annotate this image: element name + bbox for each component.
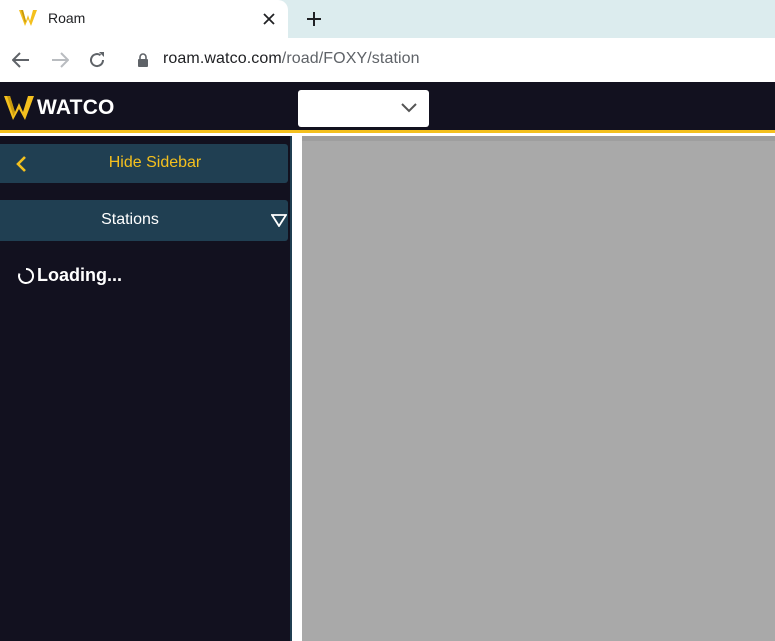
- loading-indicator: Loading...: [17, 265, 122, 286]
- road-selector-dropdown[interactable]: [298, 90, 429, 127]
- spinner-icon: [18, 267, 35, 284]
- watco-logo-mark-icon: [4, 96, 34, 120]
- url-path: /road/FOXY/station: [281, 50, 420, 67]
- url-host: roam.watco.com: [163, 50, 282, 67]
- map-area[interactable]: [302, 136, 775, 641]
- hide-sidebar-button[interactable]: Hide Sidebar: [0, 144, 288, 183]
- caret-down-icon: [271, 214, 287, 227]
- hide-sidebar-label: Hide Sidebar: [108, 154, 202, 171]
- reload-button[interactable]: [85, 48, 109, 72]
- sidebar: Hide Sidebar Stations Loading...: [0, 136, 290, 641]
- stations-dropdown[interactable]: Stations: [0, 200, 288, 241]
- app-header: WATCO: [0, 82, 775, 133]
- watco-logo[interactable]: WATCO: [4, 95, 115, 121]
- arrow-right-icon: [52, 52, 69, 68]
- plus-icon: [307, 12, 321, 26]
- arrow-left-icon: [12, 52, 29, 68]
- tab-title: Roam: [48, 10, 86, 26]
- stations-label: Stations: [101, 211, 159, 228]
- browser-tab[interactable]: Roam: [0, 0, 288, 38]
- forward-button[interactable]: [48, 48, 72, 72]
- close-icon: [263, 13, 275, 25]
- new-tab-button[interactable]: [302, 7, 326, 31]
- watco-favicon-icon: [19, 10, 37, 26]
- chevron-down-icon: [401, 103, 417, 113]
- loading-text: Loading...: [37, 265, 122, 285]
- browser-tab-strip: Roam: [0, 0, 775, 38]
- lock-icon: [138, 53, 148, 67]
- back-button[interactable]: [9, 48, 33, 72]
- sidebar-divider[interactable]: [290, 136, 302, 641]
- reload-icon: [90, 52, 105, 68]
- browser-toolbar: roam.watco.com/road/FOXY/station: [0, 38, 775, 82]
- tab-close-button[interactable]: [259, 9, 279, 29]
- logo-text: WATCO: [37, 96, 115, 119]
- address-bar[interactable]: roam.watco.com/road/FOXY/station: [163, 50, 420, 68]
